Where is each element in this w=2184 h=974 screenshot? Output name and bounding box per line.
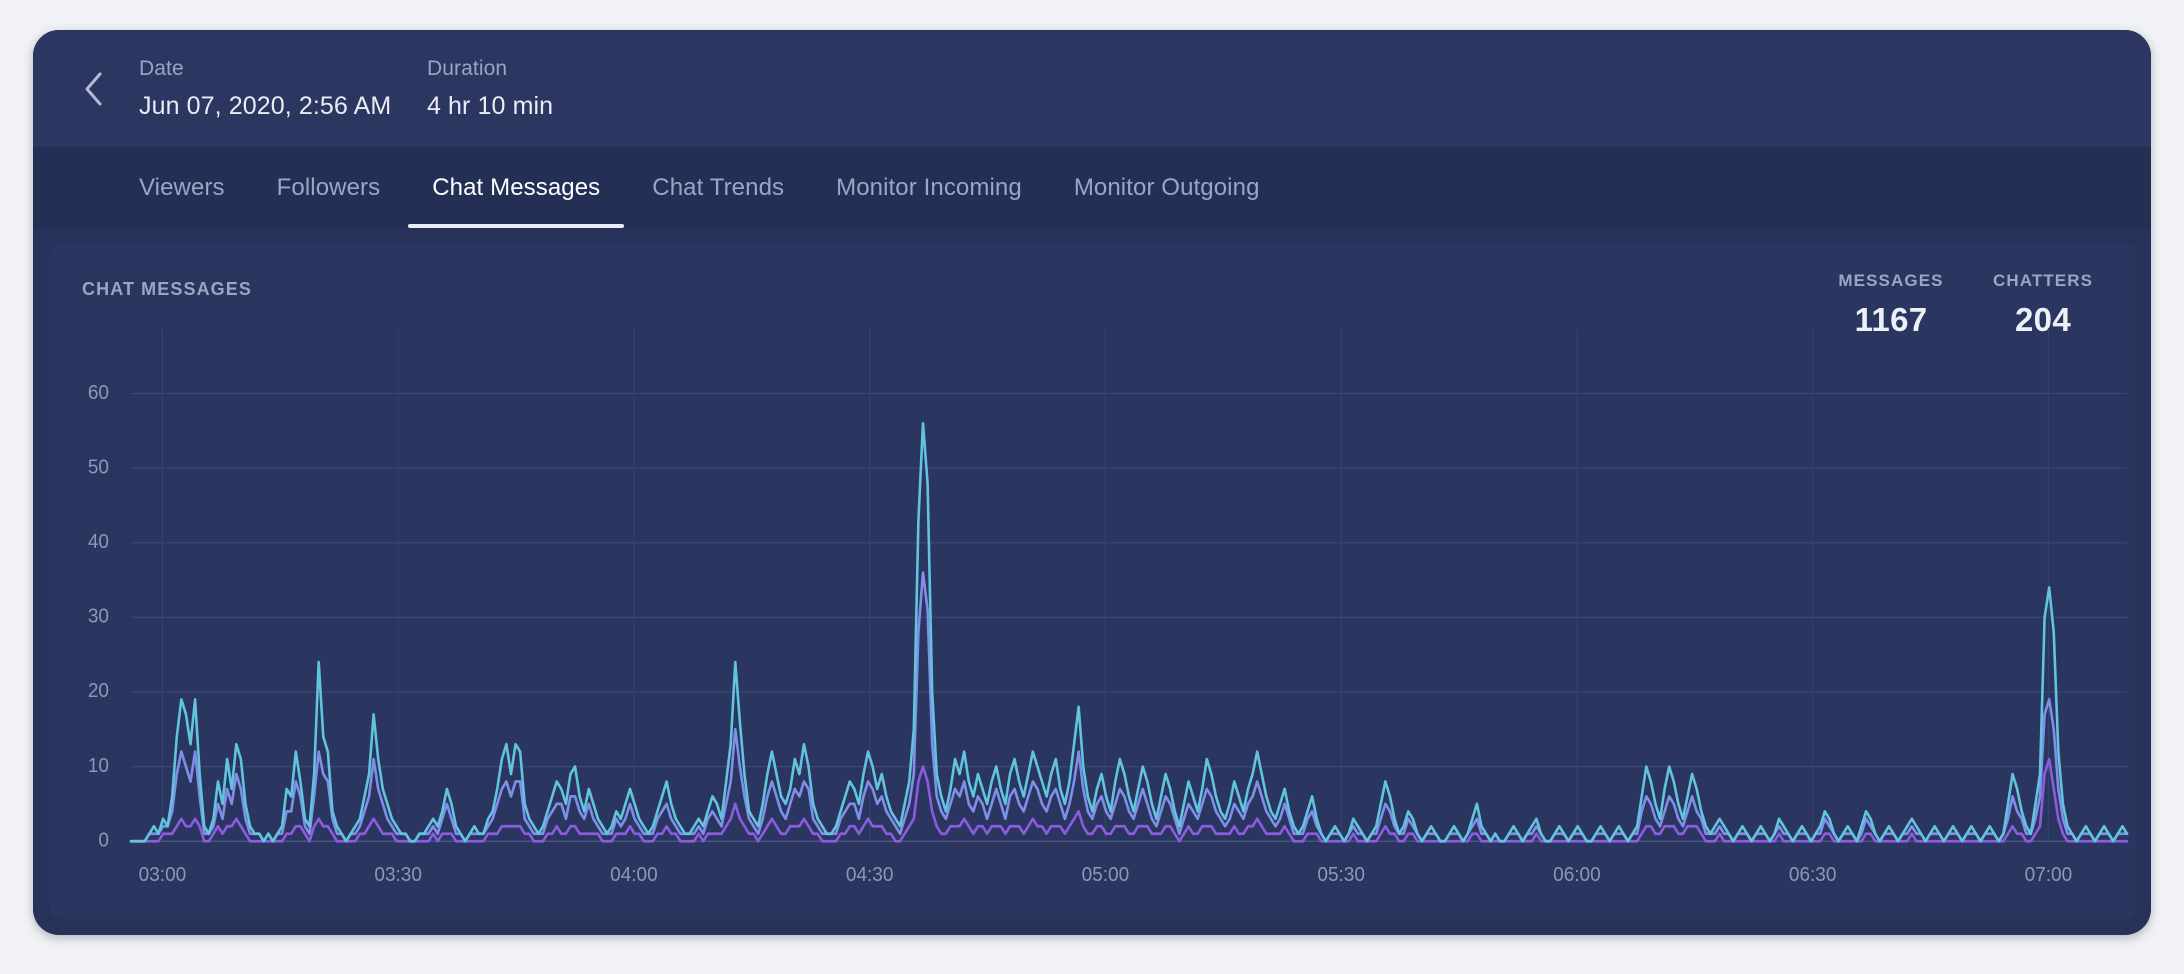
- date-block: Date Jun 07, 2020, 2:56 AM: [139, 58, 427, 119]
- chevron-left-icon: [81, 69, 107, 109]
- x-axis-tick-label: 04:00: [610, 864, 658, 887]
- tab-monitor-outgoing[interactable]: Monitor Outgoing: [1048, 147, 1286, 228]
- session-detail-card: Date Jun 07, 2020, 2:56 AM Duration 4 hr…: [33, 30, 2151, 935]
- y-axis-tick-label: 0: [98, 829, 109, 852]
- y-axis-tick-label: 10: [88, 754, 109, 777]
- x-axis-tick-label: 04:30: [846, 864, 894, 887]
- series-line-chatters: [129, 571, 2129, 843]
- chart-plot-area[interactable]: 0 10 20 30 40 50 60 03:00 03:30 04:00 04:30 05:00 05…: [49, 244, 2137, 919]
- tab-chat-trends[interactable]: Chat Trends: [626, 147, 810, 228]
- x-axis-tick-label: 06:00: [1553, 864, 1601, 887]
- x-axis-tick-label: 03:00: [139, 864, 187, 887]
- x-axis-tick-label: 07:00: [2025, 864, 2073, 887]
- session-meta: Date Jun 07, 2020, 2:56 AM Duration 4 hr…: [139, 58, 553, 119]
- date-value: Jun 07, 2020, 2:56 AM: [139, 92, 392, 120]
- x-axis-tick-label: 05:00: [1082, 864, 1130, 887]
- session-header: Date Jun 07, 2020, 2:56 AM Duration 4 hr…: [33, 30, 2151, 147]
- duration-value: 4 hr 10 min: [427, 92, 554, 120]
- line-chart-svg: 0 10 20 30 40 50 60 03:00 03:30 04:00 04:30 05:00 05…: [88, 328, 2129, 887]
- y-axis-tick-label: 50: [88, 456, 109, 479]
- duration-label: Duration: [427, 57, 508, 80]
- tab-followers[interactable]: Followers: [251, 147, 407, 228]
- duration-block: Duration 4 hr 10 min: [427, 58, 553, 119]
- series-line-messages: [129, 421, 2129, 843]
- y-axis-tick-label: 30: [88, 605, 109, 628]
- tab-bar: Viewers Followers Chat Messages Chat Tre…: [33, 147, 2151, 228]
- y-axis-tick-label: 60: [88, 381, 109, 404]
- date-label: Date: [139, 57, 184, 80]
- tab-monitor-incoming[interactable]: Monitor Incoming: [810, 147, 1048, 228]
- y-axis-tick-label: 20: [88, 680, 109, 703]
- chart-panel-wrapper: CHAT MESSAGES MESSAGES 1167 CHATTERS 204…: [33, 228, 2151, 935]
- back-button[interactable]: [71, 66, 117, 112]
- tab-viewers[interactable]: Viewers: [113, 147, 251, 228]
- chat-messages-chart-panel: CHAT MESSAGES MESSAGES 1167 CHATTERS 204…: [49, 244, 2137, 919]
- x-axis-tick-label: 06:30: [1789, 864, 1837, 887]
- y-axis-tick-label: 40: [88, 531, 109, 554]
- x-axis-tick-label: 05:30: [1317, 864, 1365, 887]
- tab-chat-messages[interactable]: Chat Messages: [406, 147, 626, 228]
- x-axis-tick-label: 03:30: [374, 864, 422, 887]
